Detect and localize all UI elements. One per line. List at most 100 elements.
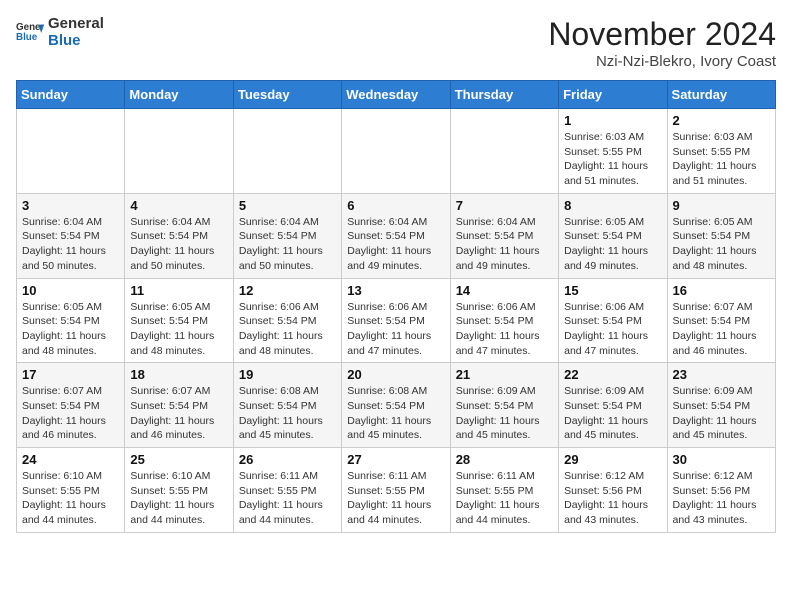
day-info: Sunrise: 6:04 AM Sunset: 5:54 PM Dayligh… bbox=[347, 215, 444, 274]
table-row: 22 Sunrise: 6:09 AM Sunset: 5:54 PM Dayli… bbox=[559, 363, 667, 448]
day-number: 27 bbox=[347, 452, 444, 467]
day-number: 24 bbox=[22, 452, 119, 467]
day-info: Sunrise: 6:08 AM Sunset: 5:54 PM Dayligh… bbox=[347, 384, 444, 443]
table-row: 6 Sunrise: 6:04 AM Sunset: 5:54 PM Daylig… bbox=[342, 193, 450, 278]
day-number: 2 bbox=[673, 113, 770, 128]
day-info: Sunrise: 6:06 AM Sunset: 5:54 PM Dayligh… bbox=[456, 300, 553, 359]
day-info: Sunrise: 6:05 AM Sunset: 5:54 PM Dayligh… bbox=[130, 300, 227, 359]
day-number: 25 bbox=[130, 452, 227, 467]
table-row: 5Sunrise: 6:04 AM Sunset: 5:54 PM Daylig… bbox=[233, 193, 341, 278]
table-row: 15Sunrise: 6:06 AM Sunset: 5:54 PM Dayli… bbox=[559, 278, 667, 363]
table-row: 4 Sunrise: 6:04 AM Sunset: 5:54 PM Daylig… bbox=[125, 193, 233, 278]
header-monday: Monday bbox=[125, 81, 233, 109]
day-number: 11 bbox=[130, 283, 227, 298]
page-header: General Blue General Blue November 2024 … bbox=[16, 16, 776, 70]
calendar-week-3: 10 Sunrise: 6:05 AM Sunset: 5:54 PM Dayli… bbox=[17, 278, 776, 363]
month-title: November 2024 bbox=[548, 16, 776, 53]
day-info: Sunrise: 6:07 AM Sunset: 5:54 PM Dayligh… bbox=[673, 300, 770, 359]
calendar-week-2: 3 Sunrise: 6:04 AM Sunset: 5:54 PM Daylig… bbox=[17, 193, 776, 278]
table-row: 30 Sunrise: 6:12 AM Sunset: 5:56 PM Dayli… bbox=[667, 448, 775, 533]
day-number: 12 bbox=[239, 283, 336, 298]
day-info: Sunrise: 6:09 AM Sunset: 5:54 PM Dayligh… bbox=[673, 384, 770, 443]
day-number: 8 bbox=[564, 198, 661, 213]
day-info: Sunrise: 6:10 AM Sunset: 5:55 PM Dayligh… bbox=[130, 469, 227, 528]
header-tuesday: Tuesday bbox=[233, 81, 341, 109]
table-row: 11 Sunrise: 6:05 AM Sunset: 5:54 PM Dayli… bbox=[125, 278, 233, 363]
day-number: 4 bbox=[130, 198, 227, 213]
table-row: 14Sunrise: 6:06 AM Sunset: 5:54 PM Dayli… bbox=[450, 278, 558, 363]
table-row: 17 Sunrise: 6:07 AM Sunset: 5:54 PM Dayli… bbox=[17, 363, 125, 448]
table-row: 29 Sunrise: 6:12 AM Sunset: 5:56 PM Dayli… bbox=[559, 448, 667, 533]
day-number: 9 bbox=[673, 198, 770, 213]
day-info: Sunrise: 6:06 AM Sunset: 5:54 PM Dayligh… bbox=[239, 300, 336, 359]
day-info: Sunrise: 6:05 AM Sunset: 5:54 PM Dayligh… bbox=[564, 215, 661, 274]
day-info: Sunrise: 6:07 AM Sunset: 5:54 PM Dayligh… bbox=[130, 384, 227, 443]
logo-blue: Blue bbox=[48, 32, 81, 49]
header-saturday: Saturday bbox=[667, 81, 775, 109]
header-friday: Friday bbox=[559, 81, 667, 109]
table-row: 20 Sunrise: 6:08 AM Sunset: 5:54 PM Dayli… bbox=[342, 363, 450, 448]
day-number: 16 bbox=[673, 283, 770, 298]
logo-icon: General Blue bbox=[16, 19, 44, 47]
day-info: Sunrise: 6:09 AM Sunset: 5:54 PM Dayligh… bbox=[564, 384, 661, 443]
day-number: 7 bbox=[456, 198, 553, 213]
table-row bbox=[233, 109, 341, 194]
day-number: 10 bbox=[22, 283, 119, 298]
table-row: 28Sunrise: 6:11 AM Sunset: 5:55 PM Dayli… bbox=[450, 448, 558, 533]
day-info: Sunrise: 6:12 AM Sunset: 5:56 PM Dayligh… bbox=[564, 469, 661, 528]
logo-general: General bbox=[48, 15, 104, 32]
day-info: Sunrise: 6:05 AM Sunset: 5:54 PM Dayligh… bbox=[22, 300, 119, 359]
table-row bbox=[450, 109, 558, 194]
day-info: Sunrise: 6:04 AM Sunset: 5:54 PM Dayligh… bbox=[22, 215, 119, 274]
calendar-table: Sunday Monday Tuesday Wednesday Thursday… bbox=[16, 80, 776, 533]
day-number: 5 bbox=[239, 198, 336, 213]
table-row: 9Sunrise: 6:05 AM Sunset: 5:54 PM Daylig… bbox=[667, 193, 775, 278]
header-wednesday: Wednesday bbox=[342, 81, 450, 109]
header-thursday: Thursday bbox=[450, 81, 558, 109]
day-info: Sunrise: 6:09 AM Sunset: 5:54 PM Dayligh… bbox=[456, 384, 553, 443]
calendar-week-5: 24 Sunrise: 6:10 AM Sunset: 5:55 PM Dayli… bbox=[17, 448, 776, 533]
table-row: 3 Sunrise: 6:04 AM Sunset: 5:54 PM Daylig… bbox=[17, 193, 125, 278]
day-number: 20 bbox=[347, 367, 444, 382]
day-info: Sunrise: 6:03 AM Sunset: 5:55 PM Dayligh… bbox=[673, 130, 770, 189]
table-row: 21Sunrise: 6:09 AM Sunset: 5:54 PM Dayli… bbox=[450, 363, 558, 448]
day-number: 17 bbox=[22, 367, 119, 382]
day-number: 29 bbox=[564, 452, 661, 467]
day-info: Sunrise: 6:07 AM Sunset: 5:54 PM Dayligh… bbox=[22, 384, 119, 443]
header-sunday: Sunday bbox=[17, 81, 125, 109]
day-number: 26 bbox=[239, 452, 336, 467]
location: Nzi-Nzi-Blekro, Ivory Coast bbox=[548, 53, 776, 70]
table-row: 2 Sunrise: 6:03 AM Sunset: 5:55 PM Daylig… bbox=[667, 109, 775, 194]
day-info: Sunrise: 6:11 AM Sunset: 5:55 PM Dayligh… bbox=[347, 469, 444, 528]
day-number: 22 bbox=[564, 367, 661, 382]
table-row bbox=[342, 109, 450, 194]
day-number: 19 bbox=[239, 367, 336, 382]
calendar-week-4: 17 Sunrise: 6:07 AM Sunset: 5:54 PM Dayli… bbox=[17, 363, 776, 448]
day-info: Sunrise: 6:04 AM Sunset: 5:54 PM Dayligh… bbox=[456, 215, 553, 274]
logo: General Blue General Blue bbox=[16, 16, 104, 49]
table-row bbox=[17, 109, 125, 194]
title-block: November 2024 Nzi-Nzi-Blekro, Ivory Coas… bbox=[548, 16, 776, 70]
day-info: Sunrise: 6:08 AM Sunset: 5:54 PM Dayligh… bbox=[239, 384, 336, 443]
table-row: 16 Sunrise: 6:07 AM Sunset: 5:54 PM Dayli… bbox=[667, 278, 775, 363]
day-number: 13 bbox=[347, 283, 444, 298]
table-row: 19 Sunrise: 6:08 AM Sunset: 5:54 PM Dayli… bbox=[233, 363, 341, 448]
day-number: 1 bbox=[564, 113, 661, 128]
day-info: Sunrise: 6:12 AM Sunset: 5:56 PM Dayligh… bbox=[673, 469, 770, 528]
table-row: 18 Sunrise: 6:07 AM Sunset: 5:54 PM Dayli… bbox=[125, 363, 233, 448]
table-row: 1Sunrise: 6:03 AM Sunset: 5:55 PM Daylig… bbox=[559, 109, 667, 194]
day-number: 30 bbox=[673, 452, 770, 467]
day-number: 18 bbox=[130, 367, 227, 382]
day-info: Sunrise: 6:04 AM Sunset: 5:54 PM Dayligh… bbox=[130, 215, 227, 274]
table-row: 12 Sunrise: 6:06 AM Sunset: 5:54 PM Dayli… bbox=[233, 278, 341, 363]
day-info: Sunrise: 6:11 AM Sunset: 5:55 PM Dayligh… bbox=[456, 469, 553, 528]
table-row bbox=[125, 109, 233, 194]
day-number: 23 bbox=[673, 367, 770, 382]
calendar-week-1: 1 Sunrise: 6:03 AM Sunset: 5:55 PM Daylig… bbox=[17, 109, 776, 194]
table-row: 27 Sunrise: 6:11 AM Sunset: 5:55 PM Dayli… bbox=[342, 448, 450, 533]
table-row: 26Sunrise: 6:11 AM Sunset: 5:55 PM Dayli… bbox=[233, 448, 341, 533]
day-number: 6 bbox=[347, 198, 444, 213]
table-row: 24Sunrise: 6:10 AM Sunset: 5:55 PM Dayli… bbox=[17, 448, 125, 533]
table-row: 25 Sunrise: 6:10 AM Sunset: 5:55 PM Dayli… bbox=[125, 448, 233, 533]
day-number: 3 bbox=[22, 198, 119, 213]
